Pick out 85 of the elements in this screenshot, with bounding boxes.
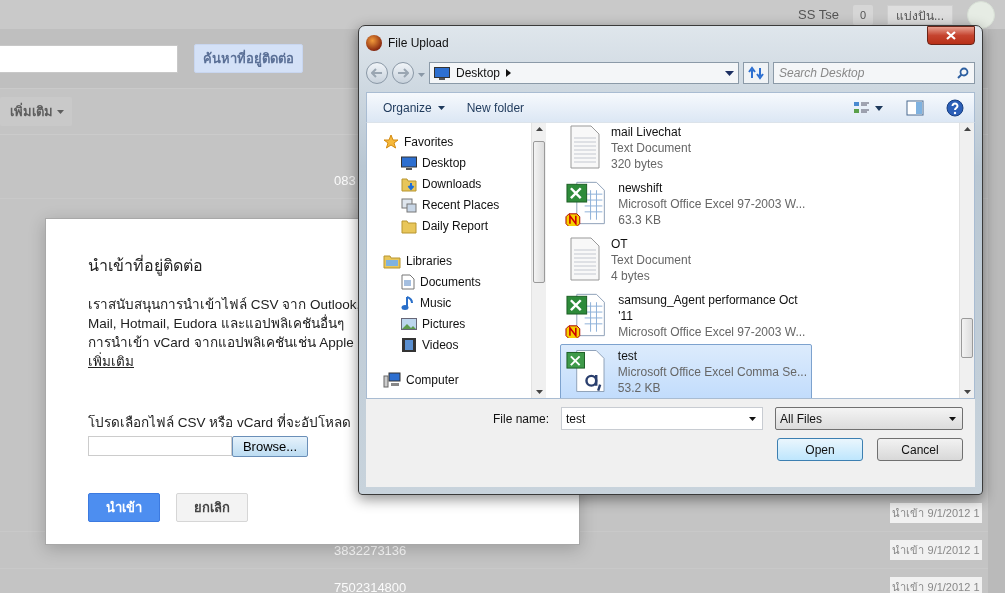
address-bar[interactable]: Desktop xyxy=(429,62,739,84)
imported-label: นำเข้า 9/1/2012 1 xyxy=(890,540,982,560)
search-field[interactable] xyxy=(0,44,178,73)
nav-item[interactable]: Downloads xyxy=(383,173,531,194)
back-button[interactable] xyxy=(366,62,388,84)
forward-button[interactable] xyxy=(392,62,414,84)
monitor-icon xyxy=(434,66,450,80)
caret-icon xyxy=(724,70,734,76)
notification-count[interactable]: 0 xyxy=(853,4,873,25)
refresh-button[interactable] xyxy=(743,62,769,84)
nav-item[interactable]: Libraries xyxy=(383,250,531,271)
description-line: การนำเข้า vCard จากแอปพลิเคชันเช่น Apple xyxy=(88,334,354,352)
user-name[interactable]: SS Tse xyxy=(798,7,839,22)
file-type-dropdown[interactable]: All Files xyxy=(775,407,963,430)
folder-icon xyxy=(401,217,417,234)
computer-icon xyxy=(383,371,401,388)
file-item[interactable]: OT Text Document 4 bytes xyxy=(560,232,812,288)
dialog-title: นำเข้าที่อยู่ติดต่อ xyxy=(88,254,203,278)
description-line: เราสนับสนุนการนำเข้าไฟล์ CSV จาก Outlook, xyxy=(88,296,361,314)
nav-item[interactable]: Favorites xyxy=(383,131,531,152)
file-name-field[interactable]: test xyxy=(561,407,763,430)
browse-button[interactable]: Browse... xyxy=(232,436,308,457)
new-folder-button[interactable]: New folder xyxy=(466,100,525,115)
chevron-icon xyxy=(506,69,512,77)
scrollbar[interactable] xyxy=(531,123,546,398)
dropdown-caret-icon xyxy=(749,416,756,421)
file-item[interactable]: test Microsoft Office Excel Comma Se... 53.2 KB xyxy=(560,344,812,398)
nav-item[interactable]: Videos xyxy=(383,334,531,355)
nav-item[interactable]: Computer xyxy=(383,369,531,390)
forward-arrow-icon xyxy=(397,68,409,78)
scrollbar-thumb[interactable] xyxy=(961,318,973,358)
help-button[interactable] xyxy=(946,98,964,117)
nav-item[interactable]: Recent Places xyxy=(383,194,531,215)
cancel-button[interactable]: ยกเลิก xyxy=(176,493,248,522)
scrollbar[interactable] xyxy=(988,29,1005,593)
nav-item[interactable]: Pictures xyxy=(383,313,531,334)
scrollbar-thumb[interactable] xyxy=(533,141,545,283)
caret-icon xyxy=(437,105,445,110)
nav-item[interactable]: Music xyxy=(383,292,531,313)
avatar[interactable] xyxy=(967,0,995,29)
learn-more-link[interactable]: เพิ่มเติม xyxy=(88,352,134,371)
caret-icon xyxy=(57,109,64,114)
download-folder-icon xyxy=(401,175,417,192)
down-arrow-icon[interactable] xyxy=(963,390,971,394)
music-note-icon xyxy=(401,294,415,311)
description-line: Mail, Hotmail, Eudora และแอปพลิเคชันอื่นๆ xyxy=(88,314,344,333)
scrollbar[interactable] xyxy=(959,123,974,398)
app-icon xyxy=(366,34,382,51)
file-item[interactable]: mail Livechat Text Document 320 bytes xyxy=(560,120,812,176)
history-caret-icon xyxy=(418,73,425,77)
file-path-field[interactable] xyxy=(88,436,232,456)
nav-item[interactable]: Documents xyxy=(383,271,531,292)
imported-label: นำเข้า 9/1/2012 1 xyxy=(890,503,982,523)
dropdown-caret-icon xyxy=(949,416,956,421)
file-prompt: โปรดเลือกไฟล์ CSV หรือ vCard ที่จะอัปโหลด xyxy=(88,412,351,432)
down-arrow-icon[interactable] xyxy=(535,390,543,394)
organize-button[interactable]: Organize xyxy=(383,100,445,115)
imported-label: นำเข้า 9/1/2012 1 xyxy=(890,577,982,593)
recent-places-icon xyxy=(401,196,417,213)
picture-icon xyxy=(401,316,417,331)
nav-item[interactable]: Desktop xyxy=(383,152,531,173)
view-options-button[interactable] xyxy=(854,100,884,115)
monitor-icon xyxy=(401,155,417,170)
back-arrow-icon xyxy=(371,68,383,78)
window-title: File Upload xyxy=(388,35,450,50)
preview-pane-button[interactable] xyxy=(906,99,924,116)
libraries-icon xyxy=(383,252,401,269)
film-icon xyxy=(401,336,417,353)
up-arrow-icon[interactable] xyxy=(535,127,543,131)
cancel-button[interactable]: Cancel xyxy=(877,438,963,461)
file-item[interactable]: samsung_Agent performance Oct '11 Microsoft Office Excel 97-2003 W... xyxy=(560,288,812,344)
open-button[interactable]: Open xyxy=(777,438,863,461)
file-item[interactable]: newshift Microsoft Office Excel 97-2003 W... 63.3 KB xyxy=(560,176,812,232)
nav-item[interactable]: Daily Report xyxy=(383,215,531,236)
share-button[interactable]: แบ่งปัน... xyxy=(887,4,953,25)
close-icon xyxy=(946,31,956,40)
star-icon xyxy=(383,133,399,150)
close-button[interactable] xyxy=(927,26,975,45)
search-icon xyxy=(957,67,969,79)
up-arrow-icon[interactable] xyxy=(963,127,971,131)
search-contacts-button[interactable]: ค้นหาที่อยู่ติดต่อ xyxy=(194,44,303,73)
document-icon xyxy=(401,273,415,290)
search-field[interactable]: Search Desktop xyxy=(773,62,975,84)
file-name-label: File name: xyxy=(492,411,549,426)
more-button[interactable]: เพิ่มเติม xyxy=(0,97,72,126)
